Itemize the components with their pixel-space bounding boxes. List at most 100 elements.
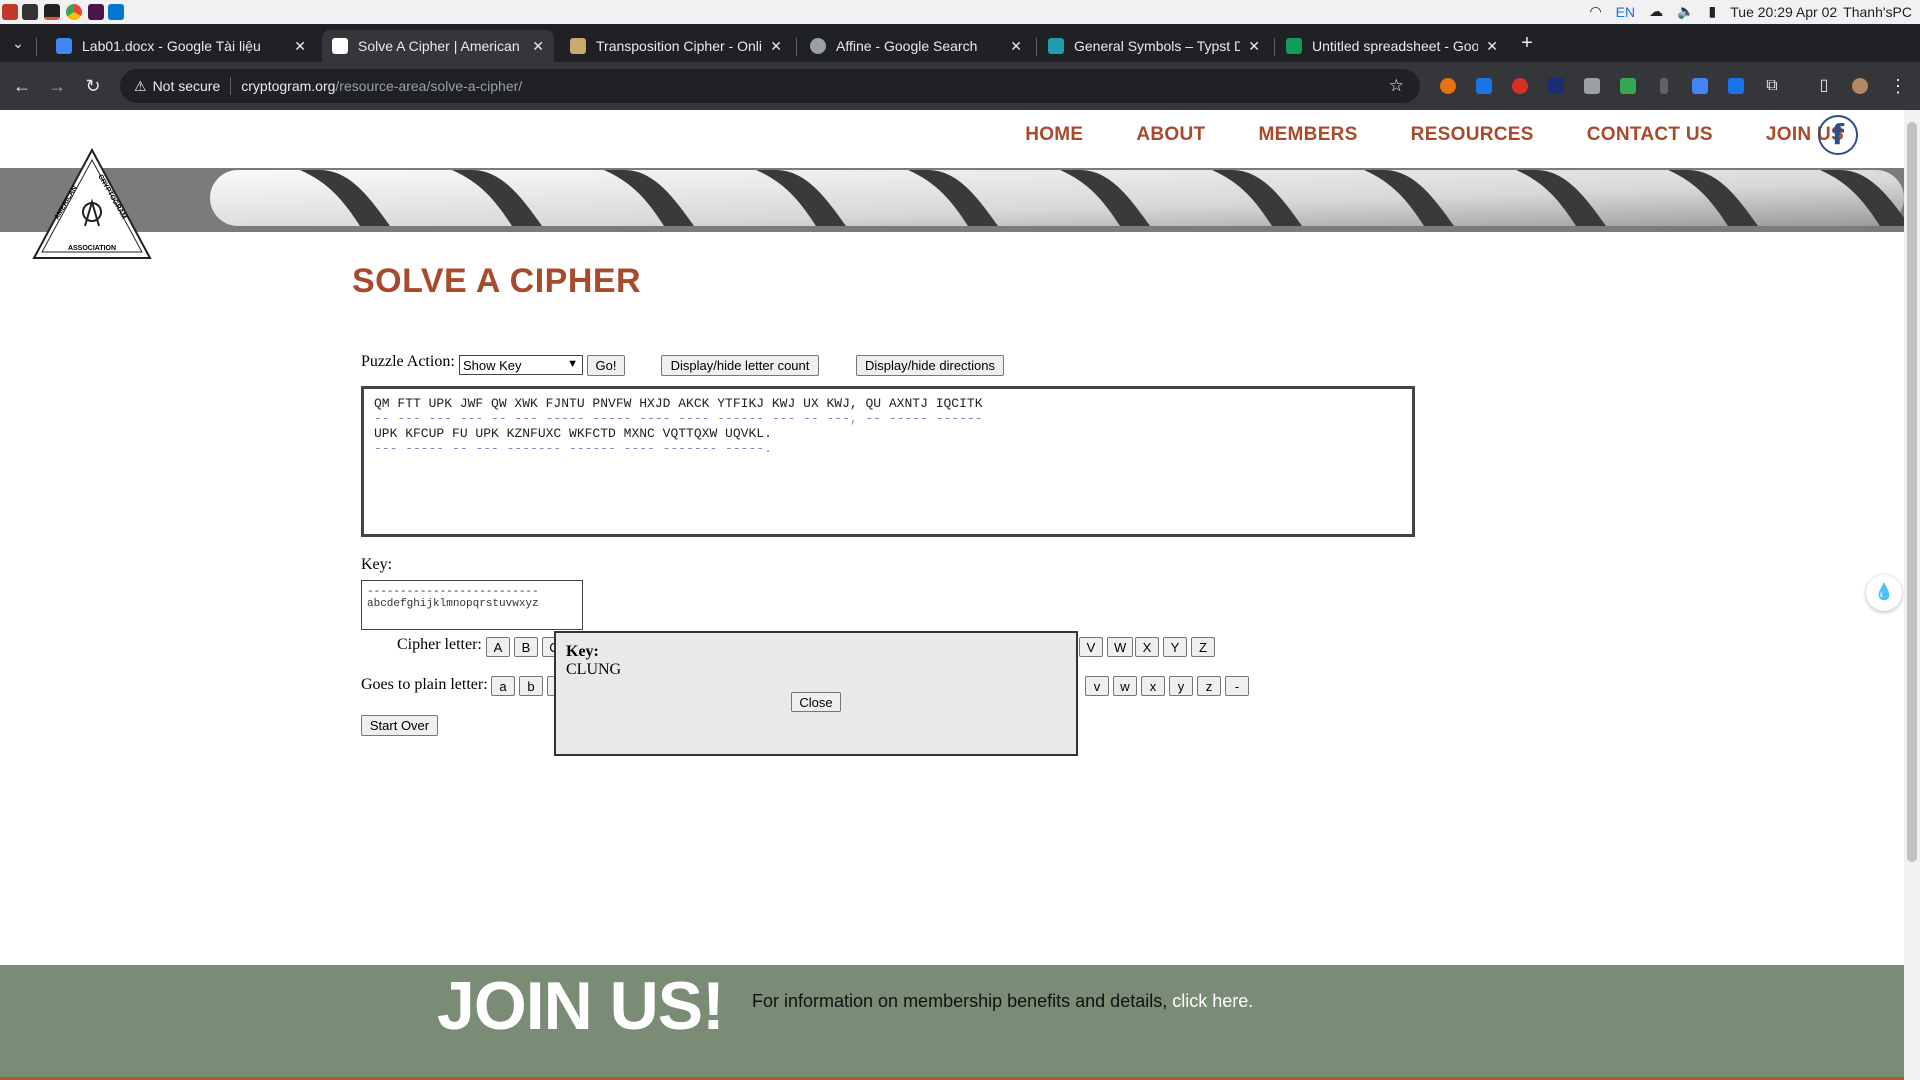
page-scrollbar[interactable] (1904, 110, 1920, 1080)
close-icon[interactable]: ✕ (1248, 38, 1260, 55)
clock[interactable]: Tue 20:29 Apr 02 (1730, 4, 1837, 20)
key-dialog: Key: CLUNG Close (554, 631, 1078, 756)
cipher-letter-button[interactable]: Z (1191, 637, 1215, 657)
close-icon[interactable]: ✕ (294, 38, 306, 55)
solution-blanks-line[interactable]: --- ----- -- --- ------- ------ ---- ---… (374, 441, 1402, 456)
plain-letter-button[interactable]: - (1225, 676, 1249, 696)
site-nav: HOME ABOUT MEMBERS RESOURCES CONTACT US … (1025, 124, 1844, 146)
scrollbar-thumb[interactable] (1907, 122, 1917, 862)
plain-letter-button[interactable]: v (1085, 676, 1109, 696)
close-icon[interactable]: ✕ (1486, 38, 1498, 55)
address-bar[interactable]: ⚠ Not secure cryptogram.org/resource-are… (120, 69, 1420, 103)
camera-extension-icon[interactable] (1584, 78, 1600, 94)
start-over-button[interactable]: Start Over (361, 715, 438, 736)
extension-icon[interactable] (1548, 78, 1564, 94)
join-footer: JOIN US! For information on membership b… (0, 965, 1904, 1077)
cipher-letter-button[interactable]: W (1107, 637, 1134, 657)
puzzle-text-area[interactable]: QM FTT UPK JWF QW XWK FJNTU PNVFW HXJD A… (361, 386, 1415, 537)
extension-icon[interactable] (1692, 78, 1708, 94)
extension-icon[interactable] (1440, 78, 1456, 94)
volume-icon[interactable]: 🔈 (1677, 3, 1694, 20)
web-page: AMERICAN CRYPTOGRAM ASSOCIATION HOME ABO… (0, 110, 1904, 1080)
nav-about[interactable]: ABOUT (1136, 124, 1205, 146)
close-icon[interactable]: ✕ (1010, 38, 1022, 55)
language-indicator[interactable]: EN (1616, 4, 1635, 20)
tab-solve-a-cipher[interactable]: Solve A Cipher | American Cry ✕ (322, 30, 554, 62)
app-icon[interactable] (22, 4, 38, 20)
browser-toolbar: ← → ↻ ⚠ Not secure cryptogram.org/resour… (0, 62, 1920, 110)
puzzle-action-label: Puzzle Action: (361, 353, 455, 370)
cipher-line[interactable]: UPK KFCUP FU UPK KZNFUXC WKFCTD MXNC VQT… (374, 426, 1402, 441)
reload-icon[interactable]: ↻ (81, 74, 105, 98)
google-icon (810, 38, 826, 54)
close-icon[interactable]: ✕ (770, 38, 782, 55)
tab-search-chevron-icon[interactable]: ⌄ (6, 31, 30, 55)
chrome-icon[interactable] (66, 4, 82, 20)
tab-bar: ⌄ Lab01.docx - Google Tài liệu ✕ Solve A… (0, 24, 1920, 62)
cipher-letter-button[interactable]: Y (1163, 637, 1187, 657)
not-secure-indicator[interactable]: ⚠ Not secure (134, 78, 220, 95)
menu-kebab-icon[interactable]: ⋮ (1886, 74, 1910, 98)
os-top-bar: ◠ EN ☁ 🔈 ▮ Tue 20:29 Apr 02 Thanh'sPC (0, 0, 1920, 24)
battery-icon[interactable]: ▮ (1709, 3, 1717, 20)
bookmark-star-icon[interactable]: ☆ (1389, 76, 1404, 96)
nav-resources[interactable]: RESOURCES (1411, 124, 1534, 146)
plain-letter-button[interactable]: z (1197, 676, 1221, 696)
plain-letter-button[interactable]: x (1141, 676, 1165, 696)
extension-icon[interactable] (1476, 78, 1492, 94)
cipher-letter-button[interactable]: B (514, 637, 538, 657)
cipher-letter-button[interactable]: A (486, 637, 510, 657)
extension-icon[interactable] (1512, 78, 1528, 94)
app-icon[interactable] (44, 4, 60, 20)
slack-icon[interactable] (88, 4, 104, 20)
plain-letter-button[interactable]: a (491, 676, 515, 696)
solution-blanks-line[interactable]: -- --- --- --- -- --- ----- ----- ---- -… (374, 411, 1402, 426)
puzzle-extensions-icon[interactable]: ⧉ (1760, 74, 1784, 98)
plain-letter-label: Goes to plain letter: (361, 676, 488, 693)
forward-icon[interactable]: → (45, 74, 69, 98)
extension-icon[interactable] (1728, 78, 1744, 94)
tab-spreadsheet[interactable]: Untitled spreadsheet - Google ✕ (1276, 30, 1508, 62)
profile-avatar[interactable] (1852, 78, 1868, 94)
nav-contact-us[interactable]: CONTACT US (1587, 124, 1713, 146)
sheets-icon (1286, 38, 1302, 54)
side-panel-icon[interactable]: ▯ (1812, 74, 1836, 98)
plain-letter-button[interactable]: y (1169, 676, 1193, 696)
tab-transposition-cipher[interactable]: Transposition Cipher - Online D ✕ (560, 30, 792, 62)
cipher-letter-button[interactable]: X (1135, 637, 1159, 657)
nav-home[interactable]: HOME (1025, 124, 1083, 146)
cipher-line[interactable]: QM FTT UPK JWF QW XWK FJNTU PNVFW HXJD A… (374, 396, 1402, 411)
click-here-link[interactable]: click here. (1172, 991, 1253, 1011)
extension-icon[interactable] (1620, 78, 1636, 94)
directions-button[interactable]: Display/hide directions (856, 355, 1004, 376)
cipher-letter-button[interactable]: V (1079, 637, 1103, 657)
facebook-icon[interactable]: f (1818, 115, 1858, 155)
app-icon[interactable] (2, 4, 18, 20)
wifi-icon[interactable]: ◠ (1589, 3, 1601, 20)
aca-logo[interactable]: AMERICAN CRYPTOGRAM ASSOCIATION (30, 146, 154, 262)
tab-affine-search[interactable]: Affine - Google Search ✕ (800, 30, 1032, 62)
vscode-icon[interactable] (108, 4, 124, 20)
url-host: cryptogram.org (241, 78, 336, 94)
logo-text-bottom: ASSOCIATION (68, 245, 116, 252)
water-drop-icon[interactable]: 💧 (1866, 575, 1902, 611)
key-alphabet: abcdefghijklmnopqrstuvwxyz (367, 598, 539, 610)
close-icon[interactable]: ✕ (532, 38, 544, 55)
back-icon[interactable]: ← (10, 74, 34, 98)
plain-letter-button[interactable]: w (1113, 676, 1137, 696)
dcode-icon (570, 38, 586, 54)
tab-typst-docs[interactable]: General Symbols – Typst Docu ✕ (1038, 30, 1270, 62)
plain-letter-button[interactable]: b (519, 676, 543, 696)
go-button[interactable]: Go! (587, 355, 625, 376)
cloud-icon[interactable]: ☁ (1649, 3, 1663, 20)
new-tab-plus-icon[interactable]: + (1515, 31, 1539, 55)
letter-count-button[interactable]: Display/hide letter count (661, 355, 819, 376)
tab-lab01[interactable]: Lab01.docx - Google Tài liệu ✕ (46, 30, 316, 62)
docs-icon (56, 38, 72, 54)
extension-icon[interactable] (1660, 78, 1668, 94)
puzzle-action-select[interactable]: Show Key ▼ (459, 355, 583, 375)
nav-members[interactable]: MEMBERS (1258, 124, 1357, 146)
page-title: SOLVE A CIPHER (352, 262, 642, 300)
username[interactable]: Thanh'sPC (1843, 4, 1912, 20)
close-button[interactable]: Close (791, 692, 841, 712)
